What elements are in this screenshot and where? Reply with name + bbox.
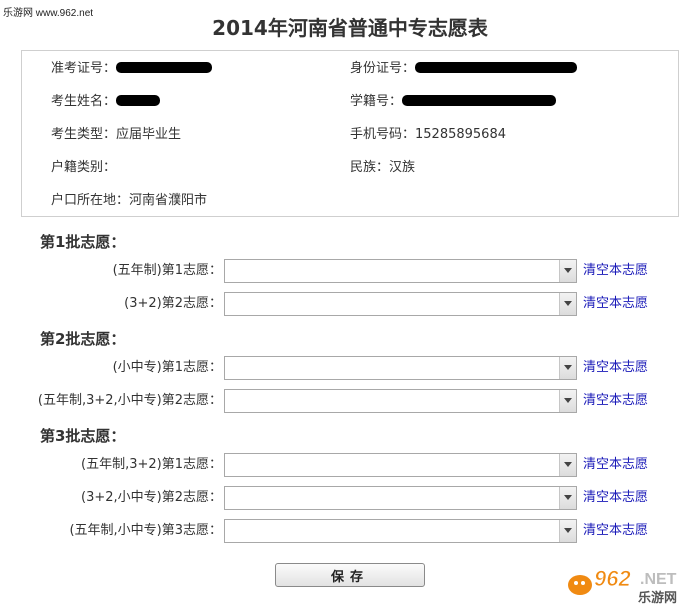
student-info-panel: 准考证号： 身份证号： 考生姓名： 学籍号： 考生类型：应届毕业生 手机号码：1…	[21, 50, 679, 217]
id-number-label: 身份证号：	[350, 61, 416, 76]
page-title: 2014年河南省普通中专志愿表	[212, 16, 488, 40]
student-name-label: 考生姓名：	[51, 94, 117, 109]
residence-field: 户口所在地：河南省濮阳市	[51, 192, 207, 210]
choice-select[interactable]	[224, 519, 577, 543]
choice-row: (3+2,小中专)第2志愿： 清空本志愿	[0, 486, 700, 510]
student-name-redacted	[116, 95, 161, 106]
id-number-field: 身份证号：	[350, 60, 578, 78]
student-number-redacted	[402, 95, 557, 106]
clear-choice-link[interactable]: 清空本志愿	[583, 453, 648, 477]
residence-label: 户口所在地：	[51, 193, 130, 208]
choice-label: (五年制,3+2,小中专)第2志愿：	[37, 393, 222, 408]
choice-row: (小中专)第1志愿： 清空本志愿	[0, 356, 700, 380]
choice-row: (五年制,小中专)第3志愿： 清空本志愿	[0, 519, 700, 543]
logo-number: 962	[594, 566, 631, 591]
exam-number-field: 准考证号：	[51, 60, 213, 78]
choice-label: (五年制,小中专)第3志愿：	[69, 523, 222, 538]
save-button[interactable]: 保存	[275, 563, 425, 587]
id-number-redacted	[415, 62, 578, 73]
choice-label: (小中专)第1志愿：	[112, 360, 222, 375]
choice-row: (五年制,3+2,小中专)第2志愿： 清空本志愿	[0, 389, 700, 413]
household-type-label: 户籍类别：	[51, 160, 117, 175]
choice-row: (五年制)第1志愿： 清空本志愿	[0, 259, 700, 283]
batch-1-title: 第1批志愿：	[40, 233, 126, 251]
choice-select[interactable]	[224, 486, 577, 510]
choice-label: (3+2)第2志愿：	[124, 296, 222, 311]
clear-choice-link[interactable]: 清空本志愿	[583, 259, 648, 283]
choice-label: (3+2,小中专)第2志愿：	[81, 490, 222, 505]
student-type-label: 考生类型：	[51, 127, 117, 142]
choice-row: (五年制,3+2)第1志愿： 清空本志愿	[0, 453, 700, 477]
exam-number-label: 准考证号：	[51, 61, 117, 76]
choice-select[interactable]	[224, 356, 577, 380]
logo-cn-name: 乐游网	[638, 590, 677, 606]
choice-select[interactable]	[224, 259, 577, 283]
student-number-label: 学籍号：	[350, 94, 403, 109]
ethnicity-label: 民族：	[350, 160, 390, 175]
962-net-logo: 962 .NET 乐游网	[568, 566, 677, 606]
ethnicity-value: 汉族	[389, 160, 416, 175]
dropdown-arrow-icon[interactable]	[559, 260, 576, 282]
clear-choice-link[interactable]: 清空本志愿	[583, 389, 648, 413]
student-number-field: 学籍号：	[350, 93, 557, 111]
batch-2-title: 第2批志愿：	[40, 330, 126, 348]
clear-choice-link[interactable]: 清空本志愿	[583, 519, 648, 543]
dropdown-arrow-icon[interactable]	[559, 293, 576, 315]
dropdown-arrow-icon[interactable]	[559, 454, 576, 476]
choice-select[interactable]	[224, 389, 577, 413]
residence-value: 河南省濮阳市	[129, 193, 208, 208]
dropdown-arrow-icon[interactable]	[559, 520, 576, 542]
choice-select[interactable]	[224, 453, 577, 477]
clear-choice-link[interactable]: 清空本志愿	[583, 356, 648, 380]
choice-row: (3+2)第2志愿： 清空本志愿	[0, 292, 700, 316]
phone-value: 15285895684	[415, 127, 506, 142]
ethnicity-field: 民族：汉族	[350, 159, 415, 177]
exam-number-redacted	[116, 62, 213, 73]
choice-select[interactable]	[224, 292, 577, 316]
dropdown-arrow-icon[interactable]	[559, 357, 576, 379]
logo-mascot-icon	[568, 575, 592, 595]
student-name-field: 考生姓名：	[51, 93, 161, 111]
phone-label: 手机号码：	[350, 127, 416, 142]
logo-suffix: .NET	[640, 571, 677, 588]
student-type-value: 应届毕业生	[116, 127, 182, 142]
batch-3-title: 第3批志愿：	[40, 427, 126, 445]
dropdown-arrow-icon[interactable]	[559, 487, 576, 509]
phone-field: 手机号码：15285895684	[350, 126, 506, 144]
household-type-field: 户籍类别：	[51, 159, 116, 177]
choice-label: (五年制,3+2)第1志愿：	[81, 457, 222, 472]
clear-choice-link[interactable]: 清空本志愿	[583, 292, 648, 316]
choice-label: (五年制)第1志愿：	[112, 263, 222, 278]
dropdown-arrow-icon[interactable]	[559, 390, 576, 412]
student-type-field: 考生类型：应届毕业生	[51, 126, 181, 144]
clear-choice-link[interactable]: 清空本志愿	[583, 486, 648, 510]
